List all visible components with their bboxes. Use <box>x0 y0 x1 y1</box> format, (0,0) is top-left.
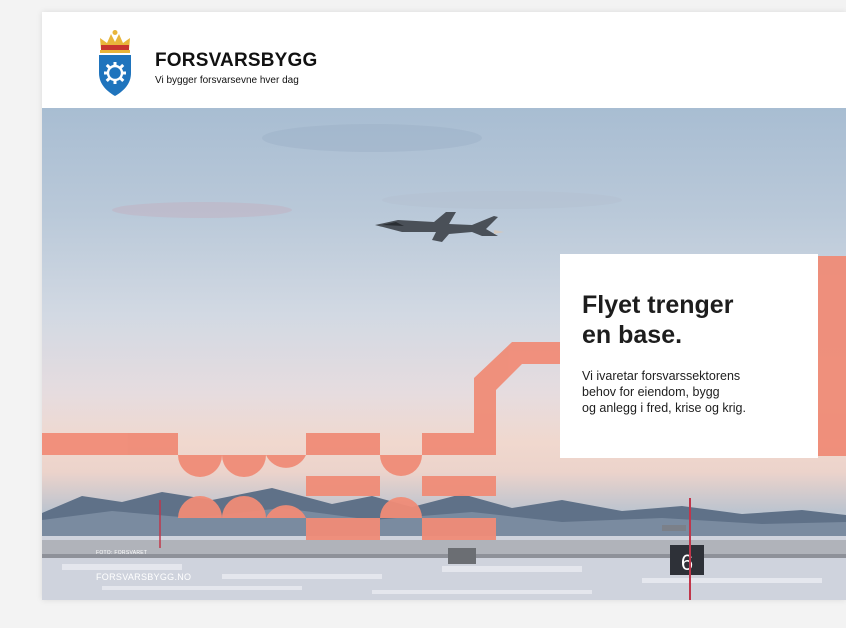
fighter-jet-icon <box>375 212 504 242</box>
body-text: Vi ivaretar forsvarssektorens behov for … <box>582 368 802 416</box>
cloud <box>382 191 622 209</box>
hero-photo: 6 Flyet trenger en base. Vi ivaretar for… <box>42 108 846 600</box>
coat-of-arms-icon <box>99 30 131 96</box>
body-line-2: behov for eiendom, bygg <box>582 385 720 399</box>
message-card: Flyet trenger en base. Vi ivaretar forsv… <box>560 254 818 458</box>
runway-marker <box>448 548 476 564</box>
header: FORSVARSBYGG Vi bygger forsvarsevne hver… <box>42 12 846 108</box>
body-line-1: Vi ivaretar forsvarssektorens <box>582 369 741 383</box>
body-line-3: og anlegg i fred, krise og krig. <box>582 401 746 415</box>
brand-name: FORSVARSBYGG <box>155 50 318 71</box>
runway-sign-number: 6 <box>681 550 693 575</box>
poster: FORSVARSBYGG Vi bygger forsvarsevne hver… <box>42 12 846 600</box>
headline-line-1: Flyet trenger <box>582 291 734 319</box>
headline-line-2: en base. <box>582 321 683 349</box>
brand-tagline: Vi bygger forsvarsevne hver dag <box>155 75 299 86</box>
photo-credit: FOTO: FORSVARET <box>96 550 148 556</box>
cloud <box>262 124 482 152</box>
runway <box>42 540 846 554</box>
headline: Flyet trenger en base. <box>582 290 802 350</box>
website-link[interactable]: FORSVARSBYGG.NO <box>96 572 191 582</box>
cloud <box>112 202 292 218</box>
